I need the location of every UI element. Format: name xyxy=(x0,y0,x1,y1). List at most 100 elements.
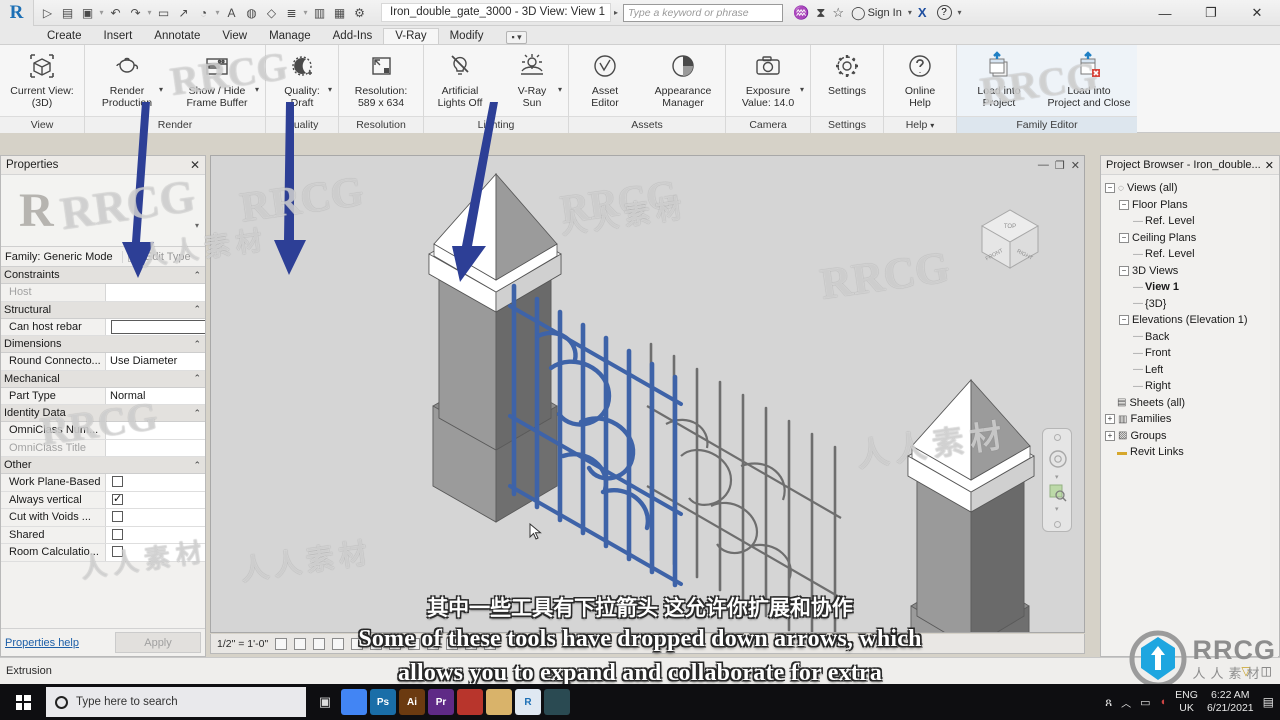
title-dropdown-icon[interactable]: ▸ xyxy=(614,8,618,17)
tree-node-view-1[interactable]: — View 1 xyxy=(1105,279,1279,296)
autodesk-community-icon[interactable]: ⧗ xyxy=(816,5,825,21)
ribbon-button-current-view-3d[interactable]: Current View: (3D) xyxy=(0,49,84,109)
properties-section-mechanical[interactable]: Mechanical ⌃ xyxy=(1,370,205,388)
qat-dropdown-icon[interactable]: ▾ xyxy=(302,8,309,17)
collapse-chevron-icon[interactable]: ⌃ xyxy=(193,408,201,419)
property-value[interactable] xyxy=(105,474,205,491)
qat-dropdown-icon[interactable]: ▾ xyxy=(214,8,221,17)
ribbon-button-online-help[interactable]: Online Help xyxy=(884,49,956,109)
ribbon-button-settings[interactable]: Settings xyxy=(811,49,883,97)
revit-r-logo[interactable]: R xyxy=(0,0,34,26)
collapse-icon[interactable]: − xyxy=(1105,183,1115,194)
property-value[interactable] xyxy=(105,284,205,301)
property-checkbox[interactable] xyxy=(112,492,123,507)
properties-section-identity-data[interactable]: Identity Data ⌃ xyxy=(1,405,205,422)
help-chevron-down-icon[interactable]: ▾ xyxy=(958,8,962,17)
collapse-icon[interactable]: − xyxy=(1119,232,1129,243)
collapse-chevron-icon[interactable]: ⌃ xyxy=(193,373,201,384)
reveal-hidden-elements-icon[interactable] xyxy=(446,637,459,650)
ribbon-button-asset-editor[interactable]: Asset Editor xyxy=(569,49,641,109)
close-hidden-icon[interactable]: ▥ xyxy=(310,2,329,23)
property-checkbox[interactable] xyxy=(112,476,123,487)
customize-qat-icon[interactable]: ⚙ xyxy=(350,2,369,23)
property-value[interactable] xyxy=(105,422,205,439)
search-binoculars-icon[interactable]: ♒ xyxy=(793,5,809,21)
default-3d-view-icon[interactable]: ◍ xyxy=(242,2,261,23)
ribbon-button-load-into-project[interactable]: Load into Project xyxy=(957,49,1041,109)
tree-node-sheets-all-[interactable]: ▤ Sheets (all) xyxy=(1105,395,1279,412)
shadows-icon[interactable] xyxy=(332,637,345,650)
volume-icon[interactable]: ◖ xyxy=(1160,696,1167,708)
tree-node-elevations-elevation-1-[interactable]: − Elevations (Elevation 1) xyxy=(1105,312,1279,329)
start-button[interactable] xyxy=(0,684,46,720)
property-value[interactable] xyxy=(105,439,205,456)
explorer-icon[interactable] xyxy=(486,689,512,715)
viewport-close-icon[interactable]: ✕ xyxy=(1071,159,1080,172)
collapse-icon[interactable]: − xyxy=(1119,265,1129,276)
property-value[interactable] xyxy=(105,318,205,335)
navigation-bar[interactable]: ▾ ▾ xyxy=(1042,428,1072,532)
property-checkbox[interactable] xyxy=(112,546,123,557)
tree-node-revit-links[interactable]: ▬ Revit Links xyxy=(1105,444,1279,461)
sign-in-chevron-down-icon[interactable]: ▾ xyxy=(908,8,912,17)
project-browser-scrollbar[interactable] xyxy=(1270,176,1278,657)
analytical-model-icon[interactable] xyxy=(465,637,478,650)
tree-node-3d-views[interactable]: −3D Views xyxy=(1105,263,1279,280)
collapse-icon[interactable]: − xyxy=(1119,199,1129,210)
lock-3d-view-icon[interactable] xyxy=(408,637,421,650)
close-button[interactable]: ✕ xyxy=(1234,0,1280,26)
redo-icon[interactable]: ↷ xyxy=(126,2,145,23)
ribbon-button-appearance-manager[interactable]: Appearance Manager xyxy=(641,49,725,109)
chevron-down-icon[interactable]: ▾ xyxy=(1055,473,1059,481)
temp-hide-isolate-icon[interactable] xyxy=(427,637,440,650)
sun-path-icon[interactable] xyxy=(313,637,326,650)
sign-in-button[interactable]: Sign In xyxy=(868,7,902,19)
favorites-star-icon[interactable]: ☆ xyxy=(832,5,844,21)
view-scale-label[interactable]: 1/2" = 1'-0" xyxy=(217,638,268,650)
close-icon[interactable]: ✕ xyxy=(1265,159,1274,172)
constraints-icon[interactable] xyxy=(484,637,497,650)
chevron-down-icon[interactable]: ▾ xyxy=(195,221,199,230)
tree-node-families[interactable]: + ▥ Families xyxy=(1105,411,1279,428)
collapse-chevron-icon[interactable]: ⌃ xyxy=(193,460,201,471)
show-hidden-icons-chevron[interactable]: ︿ xyxy=(1121,695,1131,710)
collapse-chevron-icon[interactable]: ⌃ xyxy=(193,270,201,281)
ribbon-tab-view[interactable]: View xyxy=(211,29,258,44)
maximize-button[interactable]: ❐ xyxy=(1188,0,1234,26)
open-icon[interactable]: ▷ xyxy=(38,2,57,23)
viewport-restore-icon[interactable]: ❐ xyxy=(1055,159,1065,172)
help-circle-icon[interactable]: ? xyxy=(936,5,952,20)
ribbon-tab-add-ins[interactable]: Add-Ins xyxy=(322,29,384,44)
ribbon-tab-modify[interactable]: Modify xyxy=(439,29,495,44)
taskbar-clock[interactable]: 6:22 AM 6/21/2021 xyxy=(1207,689,1254,715)
section-icon[interactable]: ◇ xyxy=(262,2,281,23)
property-checkbox[interactable] xyxy=(112,528,123,540)
tree-node-front[interactable]: — Front xyxy=(1105,345,1279,362)
crop-view-icon[interactable] xyxy=(370,637,383,650)
tree-node-groups[interactable]: + ▨ Groups xyxy=(1105,428,1279,445)
minimize-button[interactable]: — xyxy=(1142,0,1188,26)
tree-node-left[interactable]: — Left xyxy=(1105,362,1279,379)
render-dialog-icon[interactable] xyxy=(351,637,364,650)
tree-node-floor-plans[interactable]: − Floor Plans xyxy=(1105,197,1279,214)
task-view-icon[interactable]: ▣ xyxy=(312,689,338,715)
property-value[interactable] xyxy=(105,509,205,526)
properties-section-other[interactable]: Other ⌃ xyxy=(1,457,205,474)
3d-viewport[interactable]: — ❐ ✕ TOP FRONT RIGHT ▾ ▾ xyxy=(210,155,1085,633)
tree-node-views-all-[interactable]: − ◌ Views (all) xyxy=(1105,180,1279,197)
properties-section-dimensions[interactable]: Dimensions ⌃ xyxy=(1,336,205,353)
people-icon[interactable]: ጸ xyxy=(1105,695,1112,710)
ribbon-tab-manage[interactable]: Manage xyxy=(258,29,322,44)
photoshop-icon[interactable]: Ps xyxy=(370,689,396,715)
tree-node-ref-level[interactable]: — Ref. Level xyxy=(1105,213,1279,230)
properties-section-structural[interactable]: Structural ⌃ xyxy=(1,301,205,319)
qat-dropdown-icon[interactable]: ▾ xyxy=(146,8,153,17)
property-value[interactable] xyxy=(105,526,205,543)
ribbon-tab-insert[interactable]: Insert xyxy=(93,29,144,44)
undo-icon[interactable]: ↶ xyxy=(106,2,125,23)
expand-icon[interactable]: + xyxy=(1105,430,1115,441)
property-value[interactable]: Normal xyxy=(105,387,205,404)
chevron-down-icon-2[interactable]: ▾ xyxy=(1055,505,1059,513)
steering-wheel-icon[interactable] xyxy=(1047,448,1069,470)
switch-windows-icon[interactable]: ▦ xyxy=(330,2,349,23)
